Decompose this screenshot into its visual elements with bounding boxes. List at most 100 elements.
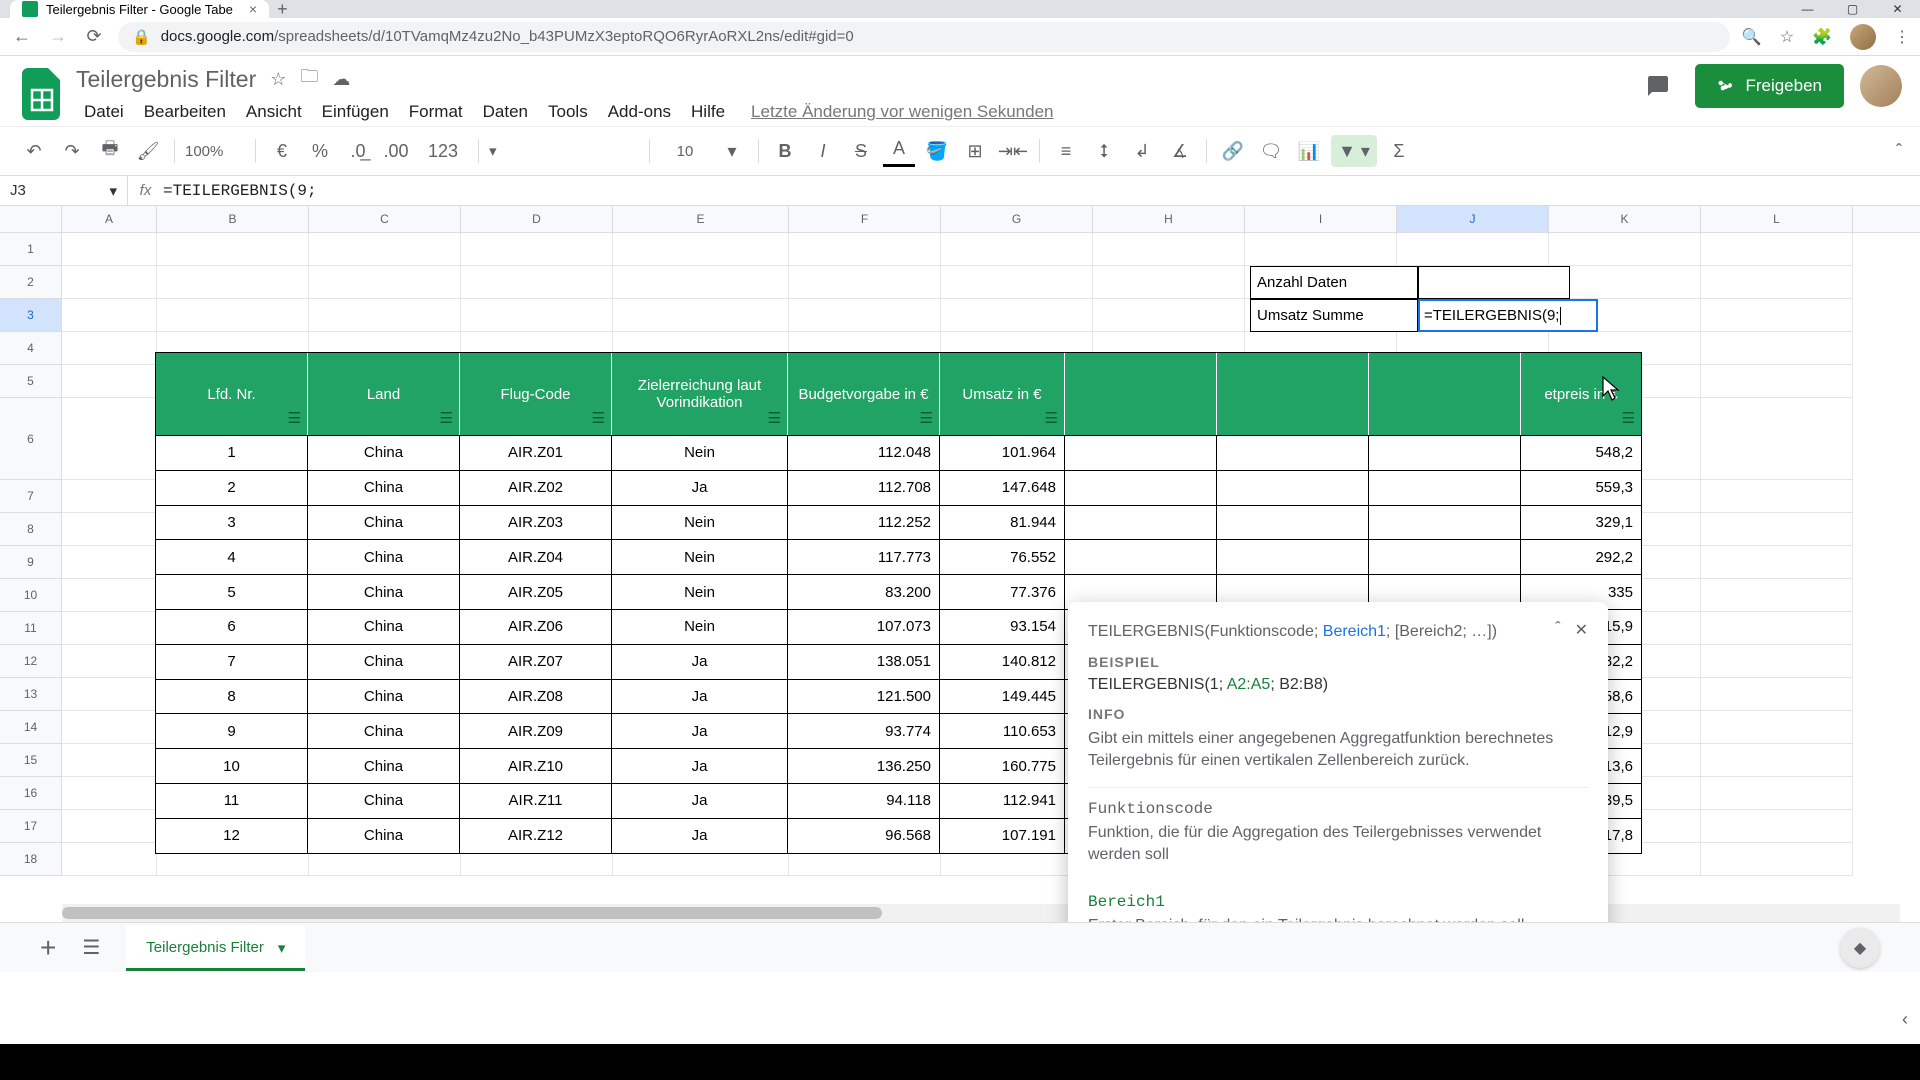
table-cell[interactable]: China	[308, 435, 460, 470]
v-align-button[interactable]: ⭥	[1088, 135, 1120, 167]
cell[interactable]	[941, 299, 1093, 332]
col-header-h[interactable]: H	[1093, 206, 1245, 232]
percent-button[interactable]: %	[304, 135, 336, 167]
browser-tab[interactable]: Teilergebnis Filter - Google Tabe ×	[10, 0, 269, 18]
cell[interactable]	[62, 299, 157, 332]
browser-menu-icon[interactable]: ⋮	[1894, 27, 1910, 47]
cell[interactable]	[789, 266, 941, 299]
table-cell[interactable]: Nein	[612, 435, 788, 470]
chart-button[interactable]: 📊	[1293, 135, 1325, 167]
cell-j2[interactable]	[1418, 266, 1570, 299]
table-cell[interactable]	[1065, 539, 1217, 574]
cell[interactable]	[309, 299, 461, 332]
table-cell[interactable]: China	[308, 818, 460, 853]
table-cell[interactable]: Ja	[612, 748, 788, 783]
table-cell[interactable]: 6	[156, 609, 308, 644]
table-header[interactable]: Land☰	[308, 353, 460, 435]
cell-j3-editing[interactable]: =TEILERGEBNIS(9;	[1418, 299, 1598, 332]
table-cell[interactable]: 548,2	[1521, 435, 1641, 470]
col-header-d[interactable]: D	[461, 206, 613, 232]
table-cell[interactable]: China	[308, 644, 460, 679]
table-cell[interactable]: China	[308, 783, 460, 818]
col-header-a[interactable]: A	[62, 206, 157, 232]
cell[interactable]	[1701, 612, 1853, 645]
cell[interactable]	[1701, 365, 1853, 398]
strikethrough-button[interactable]: S	[845, 135, 877, 167]
menu-tools[interactable]: Tools	[540, 98, 596, 126]
table-cell[interactable]: 329,1	[1521, 505, 1641, 540]
share-button[interactable]: Freigeben	[1695, 64, 1844, 108]
filter-icon[interactable]: ☰	[1045, 409, 1058, 427]
col-header-f[interactable]: F	[789, 206, 941, 232]
cell[interactable]	[1701, 299, 1853, 332]
comments-button[interactable]	[1637, 65, 1679, 107]
table-cell[interactable]: Nein	[612, 539, 788, 574]
cell[interactable]	[62, 266, 157, 299]
col-header-g[interactable]: G	[941, 206, 1093, 232]
table-cell[interactable]	[1369, 470, 1521, 505]
cell-i3[interactable]: Umsatz Summe	[1250, 299, 1418, 332]
table-cell[interactable]: 107.191	[940, 818, 1065, 853]
table-cell[interactable]: 112.252	[788, 505, 940, 540]
row-header-9[interactable]: 9	[0, 546, 62, 579]
cell[interactable]	[62, 365, 157, 398]
col-header-k[interactable]: K	[1549, 206, 1701, 232]
cell[interactable]	[613, 299, 789, 332]
row-header-2[interactable]: 2	[0, 266, 62, 299]
cell[interactable]	[157, 266, 309, 299]
sheet-tab[interactable]: Teilergebnis Filter ▾	[126, 925, 305, 971]
table-cell[interactable]: 8	[156, 679, 308, 714]
borders-button[interactable]: ⊞	[959, 135, 991, 167]
row-header-16[interactable]: 16	[0, 777, 62, 810]
maximize-button[interactable]: ▢	[1830, 0, 1875, 18]
new-tab-button[interactable]: +	[277, 0, 288, 20]
cell[interactable]	[1397, 233, 1549, 266]
cell[interactable]	[1701, 777, 1853, 810]
menu-addons[interactable]: Add-ons	[600, 98, 679, 126]
url-input[interactable]: 🔒 docs.google.com/spreadsheets/d/10TVamq…	[118, 22, 1730, 52]
table-cell[interactable]: AIR.Z07	[460, 644, 612, 679]
table-cell[interactable]: 160.775	[940, 748, 1065, 783]
cell[interactable]	[789, 233, 941, 266]
cell[interactable]	[62, 810, 157, 843]
menu-ansicht[interactable]: Ansicht	[238, 98, 310, 126]
site-info-icon[interactable]: 🔒	[132, 28, 151, 46]
cell[interactable]	[1701, 233, 1853, 266]
table-cell[interactable]: 112.048	[788, 435, 940, 470]
menu-einfuegen[interactable]: Einfügen	[314, 98, 397, 126]
explore-button[interactable]: ◆	[1840, 928, 1880, 968]
table-cell[interactable]: 107.073	[788, 609, 940, 644]
row-header-17[interactable]: 17	[0, 810, 62, 843]
table-cell[interactable]	[1217, 505, 1369, 540]
table-cell[interactable]: China	[308, 470, 460, 505]
italic-button[interactable]: I	[807, 135, 839, 167]
col-header-l[interactable]: L	[1701, 206, 1853, 232]
cell[interactable]	[62, 678, 157, 711]
table-cell[interactable]: 96.568	[788, 818, 940, 853]
cell[interactable]	[62, 645, 157, 678]
table-cell[interactable]: 10	[156, 748, 308, 783]
cell[interactable]	[62, 332, 157, 365]
cell[interactable]	[461, 233, 613, 266]
cell[interactable]	[1701, 744, 1853, 777]
row-header-10[interactable]: 10	[0, 579, 62, 612]
collapse-toolbar-button[interactable]: ˆ	[1896, 141, 1902, 162]
redo-button[interactable]: ↷	[56, 135, 88, 167]
table-cell[interactable]: Ja	[612, 679, 788, 714]
extensions-icon[interactable]: 🧩	[1812, 27, 1832, 47]
table-cell[interactable]: Ja	[612, 783, 788, 818]
cell[interactable]	[62, 513, 157, 546]
table-cell[interactable]: 136.250	[788, 748, 940, 783]
more-formats-button[interactable]: 123	[418, 135, 468, 167]
table-header[interactable]	[1369, 353, 1521, 435]
move-icon[interactable]: 🗀	[300, 64, 318, 94]
cell[interactable]	[1701, 398, 1853, 480]
star-icon[interactable]: ☆	[270, 69, 286, 90]
table-cell[interactable]: 81.944	[940, 505, 1065, 540]
cell[interactable]	[62, 233, 157, 266]
menu-format[interactable]: Format	[401, 98, 471, 126]
reload-button[interactable]: ⟳	[82, 26, 106, 47]
table-cell[interactable]: Nein	[612, 505, 788, 540]
close-window-button[interactable]: ✕	[1875, 0, 1920, 18]
cell[interactable]	[157, 299, 309, 332]
